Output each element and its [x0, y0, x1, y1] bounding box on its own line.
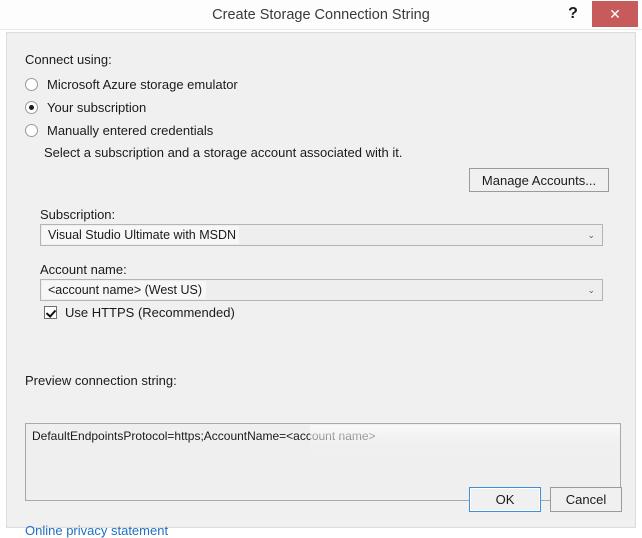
cancel-button[interactable]: Cancel: [550, 487, 622, 512]
radio-storage-emulator[interactable]: Microsoft Azure storage emulator: [25, 74, 238, 94]
account-name-dropdown[interactable]: <account name> (West US) ⌄: [40, 279, 603, 301]
radio-label: Your subscription: [47, 99, 147, 115]
help-icon[interactable]: ?: [560, 0, 586, 28]
preview-label: Preview connection string:: [25, 373, 177, 388]
subscription-value: Visual Studio Ultimate with MSDN: [48, 228, 237, 242]
dialog-body: Connect using: Microsoft Azure storage e…: [6, 32, 636, 538]
page-title: Create Storage Connection String: [212, 7, 430, 23]
radio-mark: [25, 123, 38, 137]
radio-mark-selected: [25, 100, 38, 114]
subscription-dropdown[interactable]: Visual Studio Ultimate with MSDN ⌄: [40, 224, 603, 246]
connect-using-description: Select a subscription and a storage acco…: [44, 145, 403, 160]
checkbox-mark: [44, 306, 57, 319]
radio-manual-credentials[interactable]: Manually entered credentials: [25, 120, 213, 140]
use-https-label: Use HTTPS (Recommended): [65, 305, 235, 320]
subscription-label: Subscription:: [40, 207, 116, 222]
ok-button[interactable]: OK: [469, 487, 541, 512]
radio-mark: [25, 77, 38, 91]
chevron-down-icon: ⌄: [587, 230, 595, 240]
create-storage-connection-string-dialog: Create Storage Connection String ? ✕ Con…: [0, 0, 642, 538]
account-name-label: Account name:: [40, 262, 127, 277]
render-artifact: [310, 425, 620, 459]
account-name-value: <account name> (West US): [48, 283, 203, 297]
close-icon[interactable]: ✕: [592, 1, 638, 27]
radio-your-subscription[interactable]: Your subscription: [25, 97, 146, 117]
radio-label: Microsoft Azure storage emulator: [47, 76, 238, 92]
online-privacy-statement-link[interactable]: Online privacy statement: [25, 523, 168, 538]
chevron-down-icon: ⌄: [587, 285, 595, 295]
use-https-checkbox[interactable]: Use HTTPS (Recommended): [44, 305, 235, 320]
manage-accounts-button[interactable]: Manage Accounts...: [469, 168, 609, 192]
connect-using-label: Connect using:: [25, 52, 112, 67]
radio-label: Manually entered credentials: [47, 122, 214, 138]
title-bar: Create Storage Connection String ? ✕: [0, 0, 642, 30]
